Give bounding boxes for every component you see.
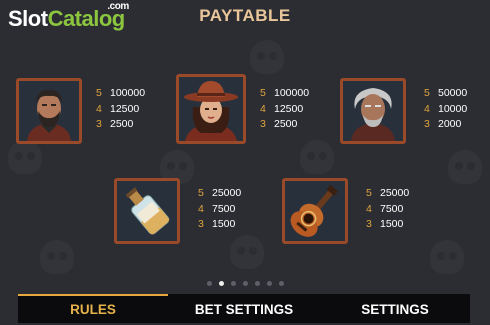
- page-indicator: [0, 281, 490, 286]
- pay-count: 4: [424, 102, 430, 115]
- bottom-tab-bar: RULES BET SETTINGS SETTINGS: [18, 294, 470, 323]
- pay-value: 12500: [274, 102, 304, 115]
- page-dot-active[interactable]: [218, 281, 224, 286]
- pay-value: 25000: [212, 187, 242, 199]
- pay-count: 5: [260, 87, 266, 99]
- pay-value: 2500: [274, 118, 298, 130]
- pay-row: 4 10000: [424, 102, 467, 118]
- guitar-icon: [282, 178, 348, 244]
- pay-value: 7500: [212, 202, 236, 215]
- paytable-values-guitar: 5 25000 4 7500 3 1500: [366, 186, 409, 233]
- page-dot[interactable]: [266, 281, 272, 286]
- page-dot[interactable]: [278, 281, 284, 286]
- pay-count: 3: [198, 218, 204, 230]
- pay-count: 5: [198, 187, 204, 199]
- pay-value: 1500: [212, 218, 236, 230]
- pay-count: 5: [424, 87, 430, 99]
- page-dot[interactable]: [206, 281, 212, 286]
- paytable-values-bearded-man: 5 100000 4 12500 3 2500: [96, 86, 145, 133]
- pay-value: 1500: [380, 218, 404, 230]
- page-title: PAYTABLE: [199, 6, 291, 25]
- pay-value: 50000: [438, 87, 468, 99]
- pay-row: 5 50000: [424, 86, 467, 102]
- tab-settings[interactable]: SETTINGS: [320, 294, 470, 323]
- pay-count: 3: [96, 118, 102, 130]
- pay-value: 12500: [110, 102, 140, 115]
- pay-value: 2000: [438, 118, 462, 130]
- pay-value: 2500: [110, 118, 134, 130]
- pay-count: 4: [198, 202, 204, 215]
- pay-row: 3 2000: [424, 117, 467, 133]
- tab-bet-settings[interactable]: BET SETTINGS: [168, 294, 320, 323]
- paytable-values-tequila-bottle: 5 25000 4 7500 3 1500: [198, 186, 241, 233]
- page-dot[interactable]: [230, 281, 236, 286]
- pay-row: 4 12500: [96, 102, 145, 118]
- pay-row: 3 2500: [260, 117, 309, 133]
- bearded-man-portrait-icon: [16, 78, 82, 144]
- pay-count: 4: [366, 202, 372, 215]
- pay-row: 5 25000: [366, 186, 409, 202]
- paytable-values-old-man: 5 50000 4 10000 3 2000: [424, 86, 467, 133]
- pay-value: 10000: [438, 102, 468, 115]
- pay-row: 5 100000: [260, 86, 309, 102]
- pay-value: 100000: [274, 87, 310, 99]
- pay-row: 3 1500: [198, 217, 241, 233]
- paytable-values-cowgirl: 5 100000 4 12500 3 2500: [260, 86, 309, 133]
- pay-value: 25000: [380, 187, 410, 199]
- pay-count: 3: [366, 218, 372, 230]
- pay-row: 4 7500: [198, 202, 241, 218]
- pay-row: 3 2500: [96, 117, 145, 133]
- pay-count: 4: [96, 102, 102, 115]
- pay-count: 5: [96, 87, 102, 99]
- pay-row: 4 7500: [366, 202, 409, 218]
- cowgirl-portrait-icon: [176, 74, 246, 144]
- tab-rules[interactable]: RULES: [18, 294, 168, 323]
- pay-row: 3 1500: [366, 217, 409, 233]
- pay-row: 5 100000: [96, 86, 145, 102]
- pay-count: 5: [366, 187, 372, 199]
- pay-count: 4: [260, 102, 266, 115]
- pay-count: 3: [424, 118, 430, 130]
- old-man-portrait-icon: [340, 78, 406, 144]
- pay-count: 3: [260, 118, 266, 130]
- pay-value: 100000: [110, 87, 146, 99]
- page-dot[interactable]: [242, 281, 248, 286]
- pay-row: 4 12500: [260, 102, 309, 118]
- tequila-bottle-icon: [114, 178, 180, 244]
- pay-row: 5 25000: [198, 186, 241, 202]
- page-dot[interactable]: [254, 281, 260, 286]
- pay-value: 7500: [380, 202, 404, 215]
